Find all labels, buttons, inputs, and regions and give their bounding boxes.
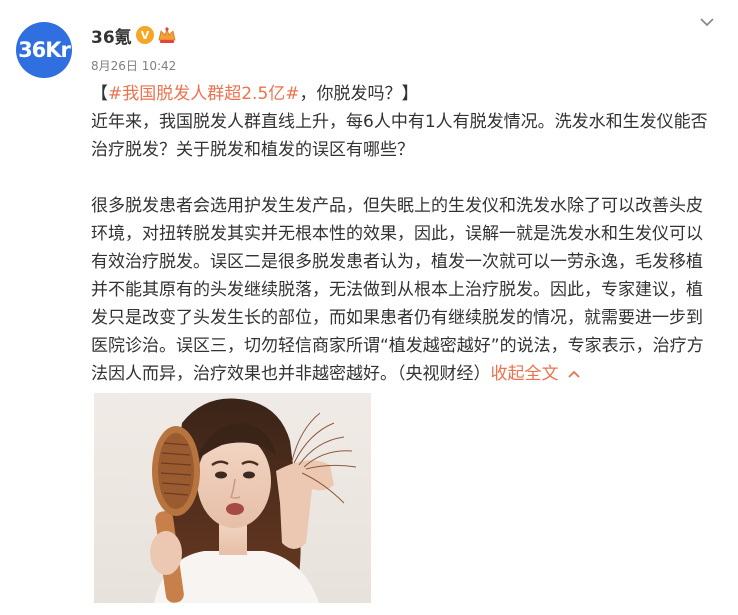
paragraph-2-text: 很多脱发患者会选用护发生发产品，但失眠上的生发仪和洗发水除了可以改善头皮环境，对…: [91, 196, 704, 384]
chevron-down-icon[interactable]: [695, 12, 719, 32]
avatar[interactable]: 36Kr: [16, 22, 72, 78]
headline-bracket-open: 【: [91, 84, 108, 104]
post-paragraph-2: 很多脱发患者会选用护发生发产品，但失眠上的生发仪和洗发水除了可以改善头皮环境，对…: [91, 192, 711, 388]
post-timestamp[interactable]: 8月26日 10:42: [91, 57, 176, 74]
hashtag-link[interactable]: #我国脱发人群超2.5亿#: [108, 84, 300, 104]
account-name[interactable]: 36氪: [91, 23, 132, 48]
avatar-logo-text: 36Kr: [18, 38, 71, 62]
verified-mark: V: [140, 28, 150, 42]
verified-badge-icon: V: [136, 26, 154, 44]
headline-rest: ，你脱发吗？】: [299, 84, 419, 104]
post-paragraph-1: 近年来，我国脱发人群直线上升，每6人中有1人有脱发情况。洗发水和生发仪能否治疗脱…: [91, 112, 708, 160]
collapse-button[interactable]: 收起全文: [491, 364, 581, 384]
chevron-up-icon: [567, 370, 580, 378]
post-headline: 【#我国脱发人群超2.5亿#，你脱发吗？】: [91, 80, 711, 108]
member-crown-icon[interactable]: [157, 26, 177, 44]
post-body: 【#我国脱发人群超2.5亿#，你脱发吗？】 近年来，我国脱发人群直线上升，每6人…: [91, 80, 711, 388]
collapse-label: 收起全文: [490, 364, 559, 384]
post-image[interactable]: [94, 393, 371, 603]
